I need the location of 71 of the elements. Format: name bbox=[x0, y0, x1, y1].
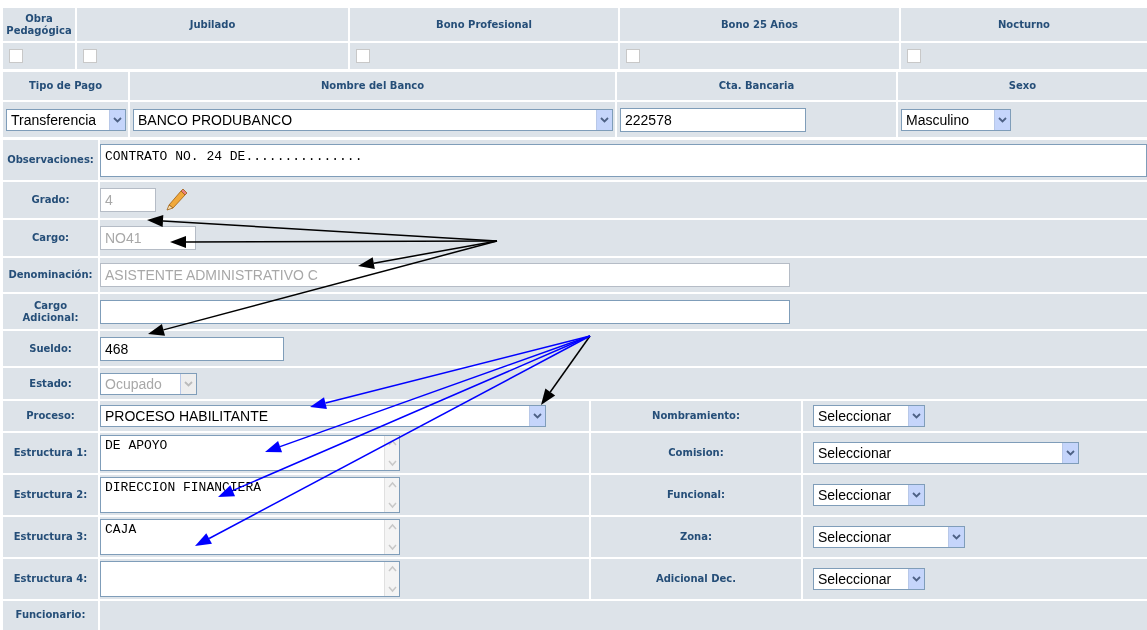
field-label: Estructura 1: bbox=[13, 447, 88, 459]
field-label: Cargo: bbox=[31, 232, 69, 244]
column-header: Sexo bbox=[1008, 80, 1037, 92]
text-input[interactable] bbox=[100, 299, 790, 324]
text-input[interactable]: 222578 bbox=[620, 107, 806, 132]
select-field[interactable]: Seleccionar bbox=[813, 442, 1079, 464]
field-label: Nombramiento: bbox=[652, 410, 740, 422]
field-label: Denominación: bbox=[8, 269, 93, 281]
select-field[interactable]: Seleccionar bbox=[813, 568, 925, 590]
column-header: Jubilado bbox=[189, 18, 236, 31]
column-header: Nombre del Banco bbox=[320, 80, 425, 92]
field-label: Zona: bbox=[680, 531, 712, 543]
column-header: Cta. Bancaria bbox=[718, 80, 795, 92]
field-label: Observaciones: bbox=[7, 154, 94, 166]
select-field[interactable]: PROCESO HABILITANTE bbox=[100, 405, 546, 427]
select-field[interactable]: Masculino bbox=[901, 108, 1011, 131]
chevron-down-icon bbox=[113, 116, 122, 123]
column-header: Tipo de Pago bbox=[29, 80, 102, 92]
field-label: Adicional Dec. bbox=[655, 573, 737, 585]
dropdown-button[interactable] bbox=[529, 406, 545, 426]
checkbox[interactable] bbox=[9, 49, 23, 63]
checkbox[interactable] bbox=[626, 49, 640, 63]
column-header: Bono Profesional bbox=[436, 18, 532, 31]
text-area[interactable] bbox=[100, 561, 400, 597]
scrollbar[interactable] bbox=[384, 562, 399, 596]
checkbox[interactable] bbox=[83, 49, 97, 63]
chevron-down-icon bbox=[912, 413, 921, 419]
field-label: Funcionario: bbox=[15, 609, 86, 621]
select-field[interactable]: Seleccionar bbox=[813, 405, 925, 427]
field-label: Estructura 4: bbox=[13, 573, 88, 585]
scrollbar[interactable] bbox=[384, 520, 399, 554]
field-label: Funcional: bbox=[666, 489, 726, 501]
field-label: Cargo Adicional: bbox=[21, 299, 80, 324]
dropdown-button[interactable] bbox=[908, 406, 924, 426]
select-field[interactable]: Seleccionar bbox=[813, 484, 925, 506]
column-header: Obra Pedagógica bbox=[5, 12, 73, 37]
dropdown-button[interactable] bbox=[596, 109, 612, 130]
chevron-down-icon bbox=[998, 116, 1007, 123]
select-field[interactable]: Transferencia bbox=[6, 108, 126, 131]
text-area[interactable]: DE APOYO bbox=[100, 435, 400, 471]
column-header: Nocturno bbox=[998, 18, 1050, 31]
scrollbar[interactable] bbox=[384, 436, 399, 470]
select-field[interactable]: BANCO PRODUBANCO bbox=[133, 108, 613, 131]
dropdown-button[interactable] bbox=[908, 485, 924, 505]
text-input[interactable]: 468 bbox=[100, 336, 284, 361]
chevron-down-icon bbox=[1066, 450, 1075, 456]
dropdown-button[interactable] bbox=[948, 527, 964, 547]
dropdown-button[interactable] bbox=[994, 109, 1010, 130]
dropdown-button[interactable] bbox=[908, 569, 924, 589]
chevron-down-icon bbox=[533, 413, 542, 419]
field-label: Sueldo: bbox=[29, 342, 72, 355]
chevron-down-icon bbox=[600, 116, 609, 123]
field-label: Proceso: bbox=[26, 410, 75, 422]
column-header: Bono 25 Años bbox=[720, 18, 798, 31]
field-label: Grado: bbox=[31, 194, 70, 206]
checkbox[interactable] bbox=[907, 49, 921, 63]
checkbox[interactable] bbox=[356, 49, 370, 63]
chevron-down-icon bbox=[912, 492, 921, 498]
select-field[interactable]: Seleccionar bbox=[813, 526, 965, 548]
chevron-down-icon bbox=[912, 576, 921, 582]
field-label: Comision: bbox=[668, 447, 724, 459]
text-area[interactable]: CONTRATO NO. 24 DE............... bbox=[100, 143, 1147, 177]
scrollbar[interactable] bbox=[384, 478, 399, 512]
chevron-down-icon bbox=[184, 380, 193, 387]
dropdown-button[interactable] bbox=[109, 109, 125, 130]
field-label: Estructura 3: bbox=[13, 531, 88, 543]
dropdown-button[interactable] bbox=[1062, 443, 1078, 463]
field-label: Estructura 2: bbox=[13, 489, 88, 501]
field-label: Estado: bbox=[29, 377, 72, 390]
chevron-down-icon bbox=[952, 534, 961, 540]
text-area[interactable]: CAJA bbox=[100, 519, 400, 555]
